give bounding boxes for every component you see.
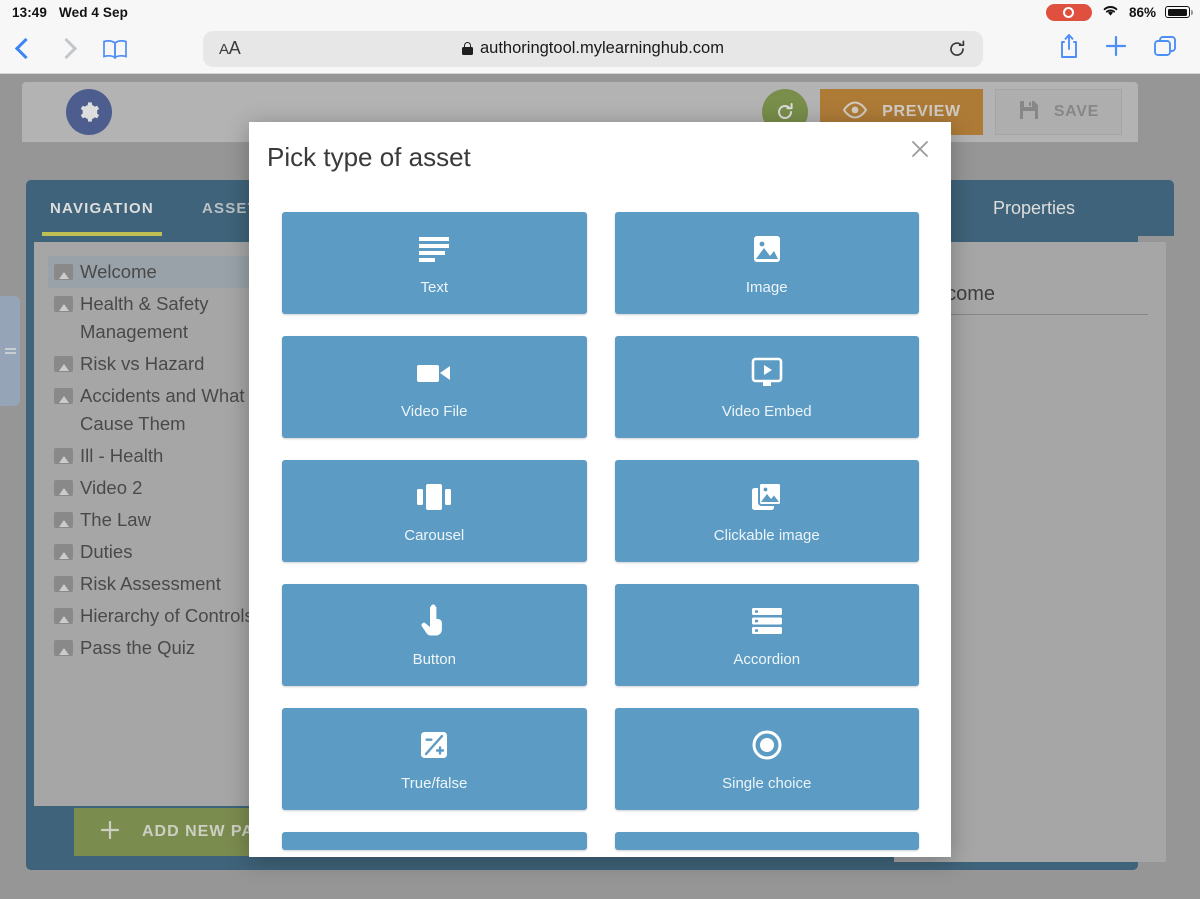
close-button[interactable] [903, 132, 937, 166]
forward-button[interactable] [46, 29, 92, 69]
pick-asset-modal: Pick type of asset Text Image Video File… [249, 122, 951, 857]
asset-tile-label: Clickable image [713, 526, 820, 544]
asset-tile-label: Accordion [733, 650, 801, 668]
share-icon [1061, 34, 1077, 58]
page-title: Pick type of asset [267, 142, 471, 172]
bookmarks-button[interactable] [92, 29, 138, 69]
radio-circle-icon [750, 727, 784, 763]
asset-tile-single-choice[interactable]: Single choice [614, 708, 919, 810]
asset-type-grid: Text Image Video File Video Embed Carous… [282, 212, 919, 850]
status-bar-right: 86% [1045, 3, 1200, 22]
reload-icon [950, 40, 965, 56]
ios-status-bar: 13:49 Wed 4 Sep 86% [0, 0, 1200, 24]
lock-icon [462, 42, 473, 55]
tabs-button[interactable] [1152, 34, 1178, 63]
video-embed-icon [750, 355, 784, 391]
screen: 13:49 Wed 4 Sep 86% AA authoringtool.myl… [0, 0, 1200, 899]
asset-tile-text[interactable]: Text [282, 212, 587, 314]
close-icon [912, 141, 928, 157]
asset-tile-carousel[interactable]: Carousel [282, 460, 587, 562]
asset-tile-label: Single choice [722, 774, 812, 792]
url-display: authoringtool.mylearninghub.com [203, 39, 983, 58]
asset-tile-partial-left[interactable] [282, 832, 587, 850]
asset-tile-clickable-image[interactable]: Clickable image [614, 460, 919, 562]
true-false-icon [418, 727, 450, 763]
asset-tile-label: Text [420, 278, 448, 296]
asset-tile-label: Image [745, 278, 788, 296]
asset-tile-label: Carousel [404, 526, 465, 544]
asset-tile-partial-right[interactable] [614, 832, 919, 850]
wifi-icon [1101, 3, 1120, 22]
asset-tile-image[interactable]: Image [614, 212, 919, 314]
chevron-right-icon [55, 37, 78, 60]
asset-tile-label: Video Embed [721, 402, 812, 420]
new-tab-button[interactable] [1104, 34, 1128, 63]
asset-tile-video-embed[interactable]: Video Embed [614, 336, 919, 438]
clock-date: Wed 4 Sep [59, 4, 128, 20]
record-indicator-icon [1045, 3, 1092, 21]
carousel-icon [416, 479, 452, 515]
pointing-hand-icon [419, 603, 449, 639]
share-button[interactable] [1058, 33, 1080, 64]
accordion-list-icon [750, 603, 784, 639]
safari-toolbar: AA authoringtool.mylearninghub.com [0, 24, 1200, 74]
asset-tile-accordion[interactable]: Accordion [614, 584, 919, 686]
back-button[interactable] [0, 29, 46, 69]
chevron-left-icon [14, 37, 37, 60]
battery-percent: 86% [1128, 4, 1156, 20]
clickable-image-icon [750, 479, 784, 515]
clock-time: 13:49 [12, 4, 48, 20]
asset-tile-label: True/false [401, 774, 468, 792]
text-size-button[interactable]: AA [219, 38, 241, 59]
status-bar-left: 13:49 Wed 4 Sep [0, 5, 128, 20]
tabs-icon [1154, 36, 1176, 56]
reload-button[interactable] [947, 39, 967, 59]
asset-tile-video-file[interactable]: Video File [282, 336, 587, 438]
battery-icon [1165, 6, 1193, 18]
toolbar-right-actions [1048, 33, 1200, 64]
plus-icon [1105, 35, 1127, 57]
url-text: authoringtool.mylearninghub.com [480, 39, 724, 57]
asset-tile-true-false[interactable]: True/false [282, 708, 587, 810]
url-bar[interactable]: AA authoringtool.mylearninghub.com [203, 30, 983, 67]
asset-tile-label: Video File [401, 402, 468, 420]
asset-tile-button[interactable]: Button [282, 584, 587, 686]
video-camera-icon [415, 355, 453, 391]
image-icon [751, 231, 783, 267]
url-bar-container: AA authoringtool.mylearninghub.com [138, 30, 1048, 67]
text-lines-icon [417, 231, 451, 267]
asset-tile-label: Button [412, 650, 456, 668]
book-icon [103, 39, 127, 59]
